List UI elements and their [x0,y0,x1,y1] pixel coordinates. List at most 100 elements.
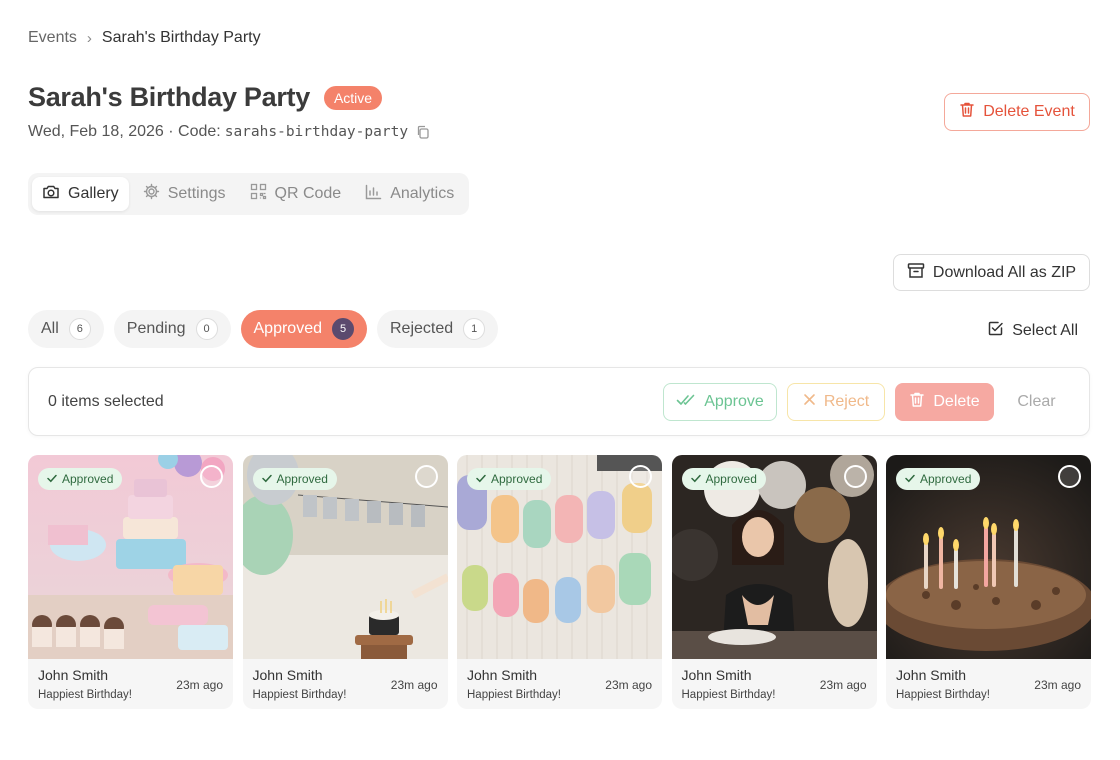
title-row: Sarah's Birthday Party Active [28,82,383,113]
badge-label: Approved [920,472,972,486]
uploader-name: John Smith [38,667,109,683]
uploader-name: John Smith [681,667,752,683]
photo-image: Approved [28,455,233,659]
filter-count: 6 [68,318,91,340]
photo-image: Approved [671,455,877,659]
tab-label: Analytics [390,185,455,202]
check-icon [905,472,915,486]
uploader-name: John Smith [467,667,538,683]
filter-count: 0 [195,318,218,340]
uploader-name: John Smith [252,667,323,683]
photo-card[interactable]: Approved John Smith Happiest Birthday! 2… [242,455,448,709]
photo-message: Happiest Birthday! [681,689,776,701]
tab-analytics[interactable]: Analytics [355,177,464,211]
photo-footer: John Smith Happiest Birthday! 23m ago [886,659,1091,709]
photo-message: Happiest Birthday! [38,689,132,701]
filter-approved[interactable]: Approved 5 [240,310,367,348]
photo-image: Approved [242,455,448,659]
select-checkbox[interactable] [200,465,223,488]
status-filters: All 6 Pending 0 Approved 5 Rejected 1 [28,310,499,348]
check-icon [690,472,701,486]
delete-event-button[interactable]: Delete Event [944,93,1090,131]
badge-label: Approved [276,472,328,486]
approved-badge: Approved [681,468,766,490]
photo-card[interactable]: Approved John Smith Happiest Birthday! 2… [28,455,233,709]
select-checkbox[interactable] [414,465,438,488]
photo-footer: John Smith Happiest Birthday! 23m ago [457,659,662,709]
approve-label: Approve [704,393,764,410]
filter-label: All [41,320,59,337]
delete-event-label: Delete Event [983,103,1075,120]
photo-message: Happiest Birthday! [896,689,990,701]
badge-label: Approved [491,472,543,486]
filter-count: 5 [332,318,354,340]
select-checkbox[interactable] [843,465,867,488]
breadcrumb-events-link[interactable]: Events [28,29,77,47]
checkbox-icon [987,320,1004,342]
select-all-label: Select All [1012,322,1078,339]
gear-icon [143,183,160,205]
chevron-right-icon: › [86,29,92,47]
trash-icon [959,101,975,123]
bar-chart-icon [365,184,382,205]
tab-gallery[interactable]: Gallery [32,177,129,211]
filter-label: Rejected [390,320,454,337]
trash-icon [909,391,925,413]
reject-button[interactable]: Reject [787,383,885,421]
filter-label: Approved [253,320,323,337]
check-icon [47,472,57,486]
double-check-icon [676,393,696,412]
photo-message: Happiest Birthday! [252,689,347,701]
check-icon [476,472,486,486]
photo-message: Happiest Birthday! [467,689,561,701]
filter-rejected[interactable]: Rejected 1 [377,310,499,348]
clear-button[interactable]: Clear [1004,383,1069,421]
breadcrumb: Events › Sarah's Birthday Party [28,29,261,47]
approve-button[interactable]: Approve [663,383,777,421]
photo-time: 23m ago [605,678,652,692]
filter-label: Pending [126,320,186,337]
copy-icon[interactable] [416,125,430,139]
photo-time: 23m ago [819,678,867,692]
selection-count: 0 items selected [48,393,164,410]
photo-card[interactable]: Approved John Smith Happiest Birthday! 2… [457,455,662,709]
filter-all[interactable]: All 6 [28,310,104,348]
tab-label: QR Code [274,185,342,202]
approved-badge: Approved [252,468,337,490]
photo-grid: Approved John Smith Happiest Birthday! 2… [28,455,1091,709]
event-subtitle: Wed, Feb 18, 2026 · Code: sarahs-birthda… [28,123,430,141]
select-all-button[interactable]: Select All [987,320,1078,342]
photo-footer: John Smith Happiest Birthday! 23m ago [28,659,233,709]
photo-time: 23m ago [1034,678,1081,692]
uploader-name: John Smith [896,667,967,683]
photo-card[interactable]: Approved John Smith Happiest Birthday! 2… [886,455,1091,709]
select-checkbox[interactable] [629,465,652,488]
download-zip-button[interactable]: Download All as ZIP [893,254,1090,291]
reject-label: Reject [823,393,870,410]
tab-settings[interactable]: Settings [133,177,236,211]
approved-badge: Approved [38,468,123,490]
camera-icon [42,184,60,205]
photo-time: 23m ago [390,678,438,692]
breadcrumb-current: Sarah's Birthday Party [101,29,261,46]
select-checkbox[interactable] [1058,465,1081,488]
tab-qr-code[interactable]: QR Code [240,177,352,211]
delete-label: Delete [933,393,980,410]
badge-label: Approved [62,472,114,486]
photo-image: Approved [457,455,662,659]
archive-icon [907,262,925,284]
filter-count: 1 [463,318,486,340]
filter-pending[interactable]: Pending 0 [113,310,231,348]
qr-code-icon [250,183,267,205]
badge-label: Approved [705,472,757,486]
tab-label: Settings [167,185,226,202]
check-icon [261,472,272,486]
photo-card[interactable]: Approved John Smith Happiest Birthday! 2… [671,455,877,709]
page-title: Sarah's Birthday Party [28,82,310,112]
photo-footer: John Smith Happiest Birthday! 23m ago [243,659,448,709]
close-icon [803,393,816,411]
delete-button[interactable]: Delete [895,383,994,421]
clear-label: Clear [1017,393,1056,410]
event-date: Wed, Feb 18, 2026 · Code: [28,123,221,140]
event-code: sarahs-birthday-party [224,124,409,140]
